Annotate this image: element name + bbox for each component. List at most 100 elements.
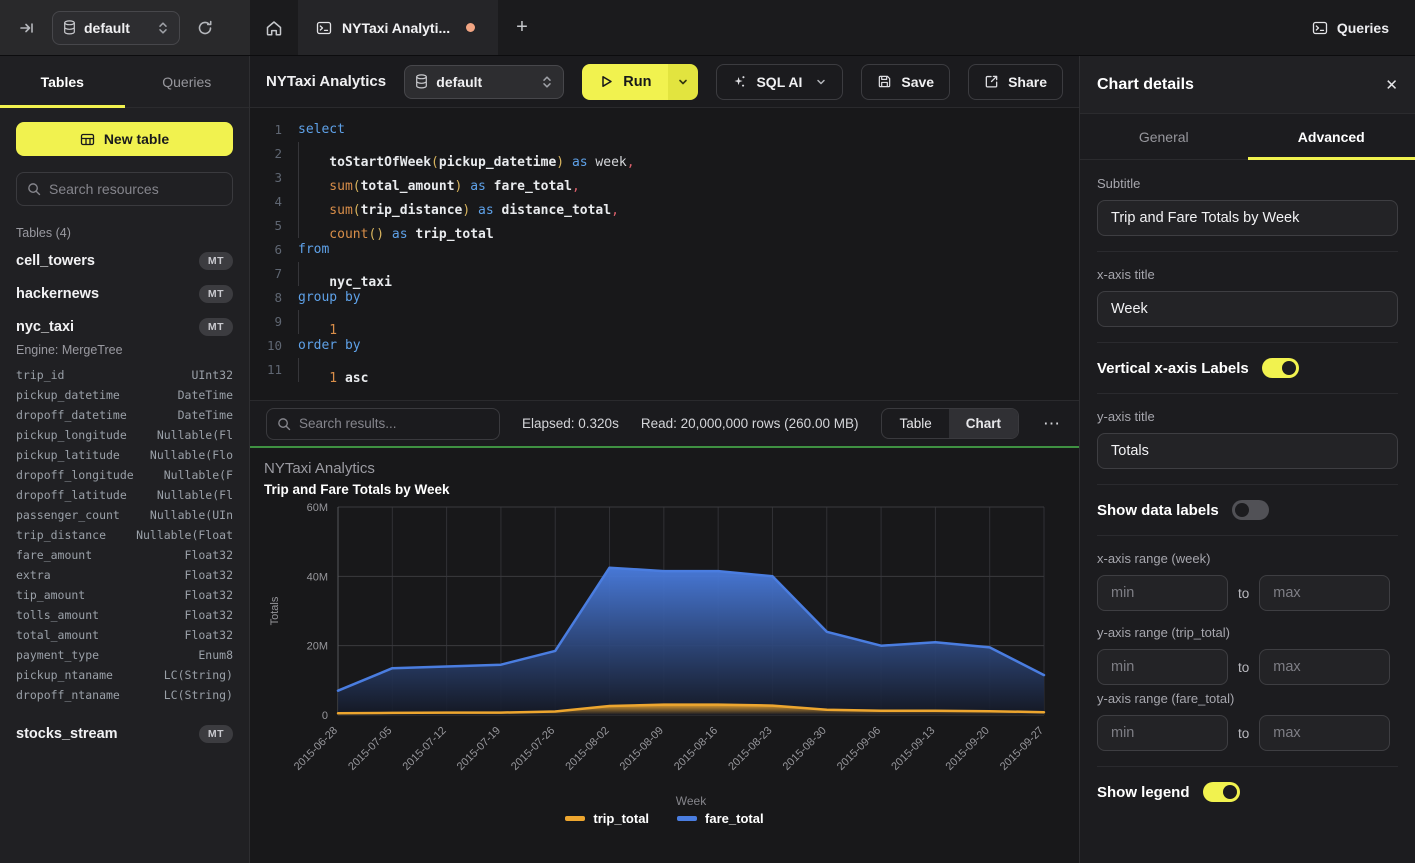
queries-button[interactable]: Queries [1286,0,1415,55]
divider [1097,393,1398,394]
top-bar-left: default [0,0,250,55]
svg-text:20M: 20M [307,641,328,653]
line-number: 1 [250,118,298,142]
sidebar-tab-queries[interactable]: Queries [125,56,250,107]
more-options-icon[interactable]: ⋯ [1041,414,1063,434]
view-toggle-chart[interactable]: Chart [949,409,1018,438]
tab-nytaxi-analytics[interactable]: NYTaxi Analyti... [298,0,498,55]
new-table-button[interactable]: New table [16,122,233,156]
column-item: dropoff_longitude Nullable(F [16,465,233,485]
column-type: Nullable(F [164,465,233,485]
column-type: Float32 [185,625,233,645]
table-name: nyc_taxi [16,319,74,335]
close-icon[interactable]: ✕ [1385,76,1398,94]
top-bar-spacer [546,0,1286,55]
yaxis-range-fare-row: to [1097,715,1398,751]
view-toggle-table[interactable]: Table [882,409,948,438]
toggle-knob [1235,503,1249,517]
queries-button-label: Queries [1337,20,1389,36]
results-search[interactable] [266,408,500,440]
new-tab-button[interactable]: + [498,0,546,55]
sidebar-search-input[interactable] [49,181,222,197]
column-item: pickup_ntanameLC(String) [16,665,233,685]
run-button-label: Run [623,74,651,90]
code-line: 5count() as trip_total [250,214,1079,238]
yaxis-range-trip-label: y-axis range (trip_total) [1097,625,1398,640]
yaxis-range-trip-max-input[interactable] [1259,649,1390,685]
results-toolbar: Elapsed: 0.320s Read: 20,000,000 rows (2… [250,400,1079,446]
line-number: 2 [250,142,298,166]
column-item: tip_amountFloat32 [16,585,233,605]
show-data-labels-toggle[interactable] [1232,500,1269,520]
xaxis-range-label: x-axis range (week) [1097,551,1398,566]
column-name: tolls_amount [16,605,99,625]
column-name: tip_amount [16,585,85,605]
indent-guide [298,358,329,382]
sql-ai-button[interactable]: SQL AI [716,64,843,100]
table-item-hackernews[interactable]: hackernewsMT [16,277,233,310]
save-button[interactable]: Save [861,64,950,100]
column-type: LC(String) [164,685,233,705]
search-icon [277,417,291,431]
code-line: 3sum(total_amount) as fare_total, [250,166,1079,190]
chart-legend: trip_total fare_total [264,811,1065,826]
svg-text:60M: 60M [307,502,328,514]
save-label: Save [901,74,934,90]
code-text: sum(trip_distance) as distance_total, [298,190,619,214]
table-item-stocks_stream[interactable]: stocks_streamMT [16,717,233,750]
database-selector[interactable]: default [52,11,180,45]
tab-advanced[interactable]: Advanced [1248,114,1415,159]
yaxis-range-trip-min-input[interactable] [1097,649,1228,685]
xaxis-title-input[interactable] [1097,291,1398,327]
code-text: toStartOfWeek(pickup_datetime) as week, [298,142,635,166]
xaxis-range-min-input[interactable] [1097,575,1228,611]
yaxis-range-fare-label: y-axis range (fare_total) [1097,691,1398,706]
engine-badge: MT [199,285,233,303]
table-item-nyc_taxi[interactable]: nyc_taxiMT [16,310,233,343]
collapse-sidebar-icon[interactable] [12,13,42,43]
share-label: Share [1008,74,1047,90]
code-line: 111 asc [250,358,1079,382]
refresh-icon[interactable] [190,13,220,43]
legend-item-trip_total[interactable]: trip_total [565,811,649,826]
svg-text:2015-09-27: 2015-09-27 [998,725,1046,773]
divider [1097,342,1398,343]
database-icon [415,74,428,89]
column-item: pickup_datetimeDateTime [16,385,233,405]
line-number: 6 [250,238,298,262]
query-database-selector[interactable]: default [404,65,564,99]
subtitle-input[interactable] [1097,200,1398,236]
sidebar-tab-tables[interactable]: Tables [0,56,125,107]
svg-text:2015-07-19: 2015-07-19 [455,725,503,773]
svg-text:Week: Week [676,794,707,808]
vertical-xaxis-labels-toggle[interactable] [1262,358,1299,378]
yaxis-title-input[interactable] [1097,433,1398,469]
column-item: extraFloat32 [16,565,233,585]
app-window: default NYTaxi Analyti... + [0,0,1415,863]
run-options-button[interactable] [668,64,698,100]
column-name: trip_distance [16,525,106,545]
toggle-knob [1223,785,1237,799]
table-item-cell_towers[interactable]: cell_towersMT [16,244,233,277]
svg-text:2015-09-06: 2015-09-06 [835,725,883,773]
show-legend-label: Show legend [1097,784,1190,801]
run-button[interactable]: Run [582,64,668,100]
code-line: 91 [250,310,1079,334]
home-icon[interactable] [250,0,298,55]
share-button[interactable]: Share [968,64,1063,100]
tab-general[interactable]: General [1080,114,1248,159]
legend-item-fare_total[interactable]: fare_total [677,811,764,826]
yaxis-range-fare-min-input[interactable] [1097,715,1228,751]
sql-editor[interactable]: 1select2toStartOfWeek(pickup_datetime) a… [250,108,1079,400]
column-type: Nullable(Fl [157,425,233,445]
chart-details-tabs: General Advanced [1080,114,1415,160]
xaxis-range-max-input[interactable] [1259,575,1390,611]
yaxis-range-fare-max-input[interactable] [1259,715,1390,751]
column-name: dropoff_latitude [16,485,127,505]
show-legend-toggle[interactable] [1203,782,1240,802]
column-name: dropoff_longitude [16,465,134,485]
sidebar-search[interactable] [16,172,233,206]
code-text: nyc_taxi [298,262,392,286]
results-search-input[interactable] [299,416,489,431]
show-legend-row: Show legend [1097,782,1398,802]
